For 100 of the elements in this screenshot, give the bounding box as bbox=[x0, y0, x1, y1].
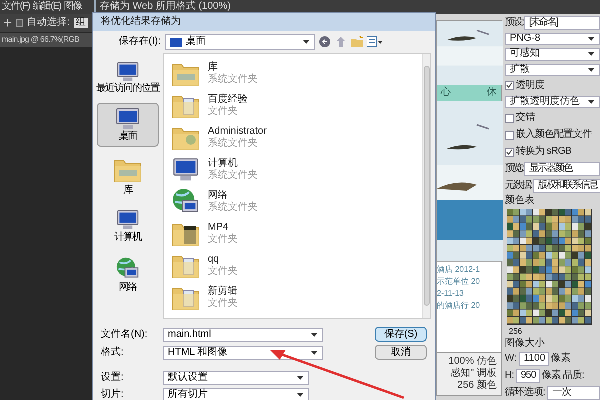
news-line: 酒店 2012-1 bbox=[437, 266, 482, 274]
slices-label: 切片: bbox=[101, 390, 125, 400]
save-button[interactable]: 保存(S) bbox=[375, 327, 427, 342]
loop-label: 循环选项: bbox=[505, 388, 546, 398]
place-item[interactable]: 网络 bbox=[97, 252, 159, 298]
auto-select-dropdown[interactable]: 组 bbox=[74, 18, 88, 28]
size-label: W: bbox=[505, 354, 518, 364]
scrollbar[interactable] bbox=[422, 54, 430, 318]
menu-item[interactable]: 编辑(E) bbox=[32, 2, 62, 12]
setting-dropdown[interactable]: 可感知 bbox=[505, 48, 600, 60]
size-label: H: bbox=[505, 371, 514, 381]
up-folder-icon[interactable] bbox=[335, 36, 347, 48]
setting-dropdown[interactable]: PNG-8 bbox=[505, 33, 600, 46]
caret-icon bbox=[588, 100, 595, 104]
place-item[interactable]: 最近访问的位置 bbox=[97, 57, 159, 100]
file-item[interactable]: MP4 文件夹 bbox=[164, 218, 422, 250]
computer-icon bbox=[172, 158, 200, 182]
filename-field[interactable]: main.html bbox=[163, 328, 323, 342]
section-title: 图像大小 bbox=[505, 339, 546, 349]
file-item[interactable]: 计算机 系统文件夹 bbox=[164, 154, 422, 186]
info-line: 100% 仿色 bbox=[448, 357, 497, 367]
window-title: 存储为 Web 所用格式 (100%) bbox=[96, 0, 600, 14]
caret-icon bbox=[297, 393, 304, 397]
place-item[interactable]: 库 bbox=[97, 151, 159, 202]
setting-field[interactable]: [未命名] bbox=[524, 16, 600, 30]
settings-dropdown[interactable]: 默认设置 bbox=[163, 371, 309, 385]
cancel-button[interactable]: 取消 bbox=[375, 345, 427, 360]
file-item[interactable]: 网络 系统文件夹 bbox=[164, 186, 422, 218]
new-folder-icon[interactable] bbox=[351, 36, 363, 48]
caret-icon bbox=[297, 376, 304, 380]
file-type: 文件夹 bbox=[208, 235, 238, 245]
file-name: qq bbox=[208, 255, 220, 265]
computer-icon bbox=[116, 210, 140, 231]
quality-label: 品质: bbox=[563, 371, 584, 381]
file-name: 库 bbox=[208, 63, 219, 73]
checkbox-label: 嵌入颜色配置文件 bbox=[516, 130, 592, 140]
file-type: 系统文件夹 bbox=[208, 203, 258, 213]
checkbox[interactable] bbox=[505, 148, 514, 156]
file-item[interactable]: 百度经验 文件夹 bbox=[164, 90, 422, 122]
color-count: 256 bbox=[508, 328, 524, 336]
news-line: 的酒店行 20 bbox=[437, 302, 482, 310]
check-icon bbox=[506, 82, 513, 90]
setting-field[interactable]: 版权和联系信息 bbox=[532, 179, 600, 193]
news-line: 示范单位 20 bbox=[437, 278, 482, 286]
file-name: MP4 bbox=[208, 223, 230, 233]
format-dropdown[interactable]: HTML 和图像 bbox=[163, 346, 323, 360]
document-tab[interactable]: main.jpg @ 66.7%(RGB bbox=[0, 33, 92, 47]
info-line: 256 颜色 bbox=[458, 381, 497, 391]
back-icon[interactable] bbox=[319, 36, 331, 48]
check-icon bbox=[506, 148, 513, 156]
network-icon bbox=[116, 256, 140, 281]
unit-label: 像素 bbox=[551, 354, 572, 364]
menu-item[interactable]: 文件(F) bbox=[2, 2, 30, 12]
file-name: 新剪辑 bbox=[208, 287, 238, 297]
place-item[interactable]: 桌面 bbox=[97, 103, 159, 148]
caret-icon bbox=[311, 350, 318, 354]
caret-icon bbox=[303, 40, 310, 44]
news-line: 2-11-13 bbox=[437, 290, 465, 298]
checkbox[interactable] bbox=[16, 19, 24, 27]
info-line: 感知" 调板 bbox=[450, 369, 497, 379]
slices-dropdown[interactable]: 所有切片 bbox=[163, 388, 309, 400]
section-title: 颜色表 bbox=[505, 196, 536, 206]
file-item[interactable]: 库 系统文件夹 bbox=[164, 58, 422, 90]
setting-field[interactable]: 显示器颜色 bbox=[524, 162, 600, 176]
file-name: 计算机 bbox=[208, 159, 239, 169]
place-item[interactable]: 计算机 bbox=[97, 205, 159, 248]
recent-places-icon bbox=[116, 62, 140, 82]
file-type: 系统文件夹 bbox=[208, 171, 258, 181]
file-item[interactable]: 新剪辑 文件夹 bbox=[164, 282, 422, 314]
file-name: 百度经验 bbox=[208, 95, 248, 105]
loop-field[interactable]: 一次 bbox=[547, 386, 600, 400]
setting-dropdown[interactable]: 扩散 bbox=[505, 64, 600, 76]
height-field[interactable]: 950 bbox=[516, 369, 540, 383]
setting-dropdown[interactable]: 扩散透明度仿色 bbox=[505, 96, 600, 108]
unit-label: 像素 bbox=[542, 371, 561, 381]
file-name: Administrator bbox=[208, 127, 267, 137]
file-item[interactable]: Administrator 系统文件夹 bbox=[164, 122, 422, 154]
caret-icon bbox=[588, 37, 595, 42]
file-type: 系统文件夹 bbox=[208, 75, 258, 85]
menu-item[interactable]: 图像 bbox=[64, 2, 82, 12]
setting-label: 预设: bbox=[505, 18, 524, 28]
checkbox[interactable] bbox=[505, 114, 514, 122]
auto-select-label: 自动选择: bbox=[27, 18, 70, 28]
checkbox-label: 交错 bbox=[516, 113, 535, 123]
file-type: 文件夹 bbox=[208, 299, 238, 309]
file-type: 系统文件夹 bbox=[208, 139, 259, 149]
location-dropdown[interactable]: 桌面 bbox=[165, 34, 315, 50]
width-field[interactable]: 1100 bbox=[519, 352, 550, 366]
view-menu-icon[interactable] bbox=[367, 36, 383, 48]
checkbox[interactable] bbox=[505, 81, 514, 90]
checkbox-label: 透明度 bbox=[516, 80, 544, 91]
caret-icon bbox=[588, 52, 595, 56]
file-name: 网络 bbox=[208, 191, 229, 201]
save-in-label: 保存在(I): bbox=[118, 37, 161, 47]
filename-label: 文件名(N): bbox=[101, 330, 149, 340]
dialog-title: 将优化结果存储为 bbox=[93, 13, 435, 31]
checkbox[interactable] bbox=[505, 130, 514, 140]
move-tool-icon[interactable] bbox=[4, 19, 12, 27]
desktop-icon bbox=[170, 38, 182, 46]
file-item[interactable]: qq 文件夹 bbox=[164, 250, 422, 282]
